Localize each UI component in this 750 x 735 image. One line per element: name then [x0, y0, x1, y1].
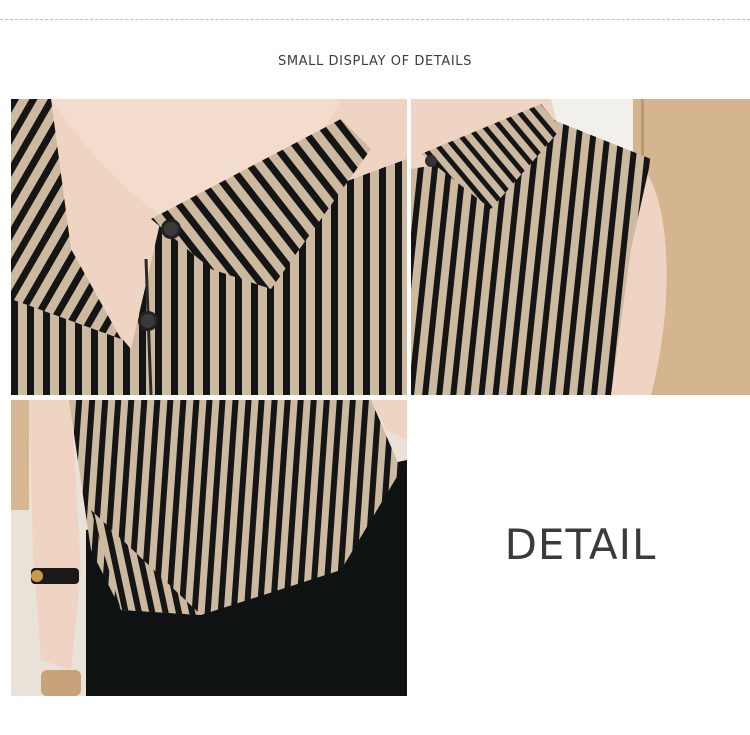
top-dashed-divider — [0, 19, 750, 20]
section-heading: SMALL DISPLAY OF DETAILS — [277, 54, 473, 69]
detail-label: DETAIL — [504, 520, 657, 569]
photo-collar-closeup — [11, 99, 407, 395]
photo-sleeveless-side — [411, 99, 750, 395]
photo-hem-and-skirt — [11, 400, 407, 696]
